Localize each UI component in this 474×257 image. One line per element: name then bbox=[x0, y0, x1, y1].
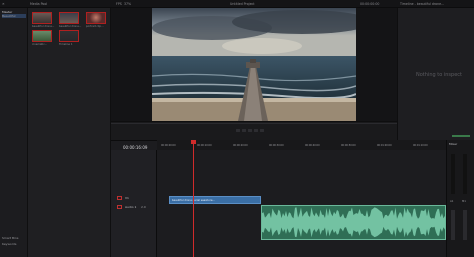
ruler-mark: 00:00:30:00 bbox=[269, 144, 284, 147]
timeline-name[interactable]: Timeline - beautiful drone... bbox=[400, 2, 444, 6]
scrubber-bar[interactable] bbox=[111, 123, 397, 124]
lock-icon[interactable] bbox=[117, 196, 122, 200]
channel-m1: M1 bbox=[462, 200, 466, 203]
media-pool-sidebar: Master Beautiful Smart Bins Keywords bbox=[0, 8, 28, 257]
playhead-handle[interactable] bbox=[191, 140, 196, 144]
meter-m1 bbox=[463, 154, 467, 194]
lock-icon[interactable] bbox=[117, 205, 122, 209]
playhead[interactable] bbox=[193, 140, 194, 257]
clip-thumbnail[interactable] bbox=[32, 30, 52, 42]
viewer-frame[interactable] bbox=[152, 8, 356, 121]
ruler-mark: 00:00:10:00 bbox=[197, 144, 212, 147]
video-clip[interactable]: beautiful drone aerial seashore... bbox=[169, 196, 261, 204]
clip-thumbnail[interactable] bbox=[32, 12, 52, 24]
volume-slider[interactable] bbox=[452, 135, 470, 137]
audio-track-name: Audio 1 bbox=[125, 205, 137, 209]
timeline-thumbnail[interactable] bbox=[59, 30, 79, 42]
clip-thumbnail[interactable] bbox=[59, 12, 79, 24]
media-pool-label[interactable]: Media Pool bbox=[30, 2, 47, 6]
audio-waveform bbox=[262, 207, 445, 238]
keywords-bin[interactable]: Keywords bbox=[2, 242, 16, 246]
bin-selected[interactable]: Beautiful bbox=[2, 14, 26, 18]
timecode-top: 00:00:00:00 bbox=[360, 2, 380, 6]
media-pool-grid: beautiful drone... beautiful drone... po… bbox=[28, 8, 111, 257]
ruler-mark: 00:00:00:00 bbox=[161, 144, 176, 147]
ruler-mark: 00:01:10:00 bbox=[413, 144, 428, 147]
meter-a1 bbox=[451, 154, 455, 194]
fps-label[interactable]: FPS bbox=[116, 2, 122, 6]
fader-m1[interactable] bbox=[463, 210, 467, 240]
zoom-label[interactable]: 37% bbox=[124, 2, 131, 6]
top-bar: ✕ Media Pool FPS 37% Untitled Project 00… bbox=[0, 0, 474, 8]
transport-controls bbox=[111, 121, 397, 140]
play-button[interactable] bbox=[254, 129, 258, 132]
stop-button[interactable] bbox=[248, 129, 252, 132]
skip-forward-button[interactable] bbox=[260, 129, 264, 132]
play-reverse-button[interactable] bbox=[242, 129, 246, 132]
clip-label: beautiful drone... bbox=[59, 25, 82, 28]
skip-back-button[interactable] bbox=[236, 129, 240, 132]
inspector-empty-text: Nothing to inspect bbox=[416, 72, 462, 78]
clip-label: cinematic... bbox=[32, 43, 48, 46]
clip-thumbnail[interactable] bbox=[86, 12, 106, 24]
timeline-ruler[interactable]: 00:00:00:00 00:00:10:00 00:00:20:00 00:0… bbox=[157, 140, 446, 150]
project-title: Untitled Project bbox=[230, 2, 255, 6]
ruler-mark: 00:00:20:00 bbox=[233, 144, 248, 147]
close-icon[interactable]: ✕ bbox=[2, 2, 5, 6]
track-headers: V1 Audio 1 2.0 bbox=[111, 150, 157, 257]
clip-label: beautiful drone... bbox=[32, 25, 55, 28]
ruler-mark: 00:00:40:00 bbox=[305, 144, 320, 147]
inspector-panel: Nothing to inspect bbox=[397, 8, 474, 140]
ruler-mark: 00:00:50:00 bbox=[341, 144, 356, 147]
audio-clip[interactable] bbox=[261, 205, 446, 240]
mixer-panel: Mixer A1 M1 bbox=[446, 140, 474, 257]
ruler-mark: 00:01:00:00 bbox=[377, 144, 392, 147]
clip-label: Timeline 1 bbox=[59, 43, 73, 46]
smart-bins[interactable]: Smart Bins bbox=[2, 236, 18, 240]
mixer-title: Mixer bbox=[449, 142, 458, 146]
channel-a1: A1 bbox=[450, 200, 454, 203]
clip-label: portrait clip... bbox=[86, 25, 104, 28]
video-track-name: V1 bbox=[125, 196, 129, 200]
fader-a1[interactable] bbox=[451, 210, 455, 240]
pier-image bbox=[152, 8, 356, 121]
audio-track-level: 2.0 bbox=[141, 205, 146, 209]
